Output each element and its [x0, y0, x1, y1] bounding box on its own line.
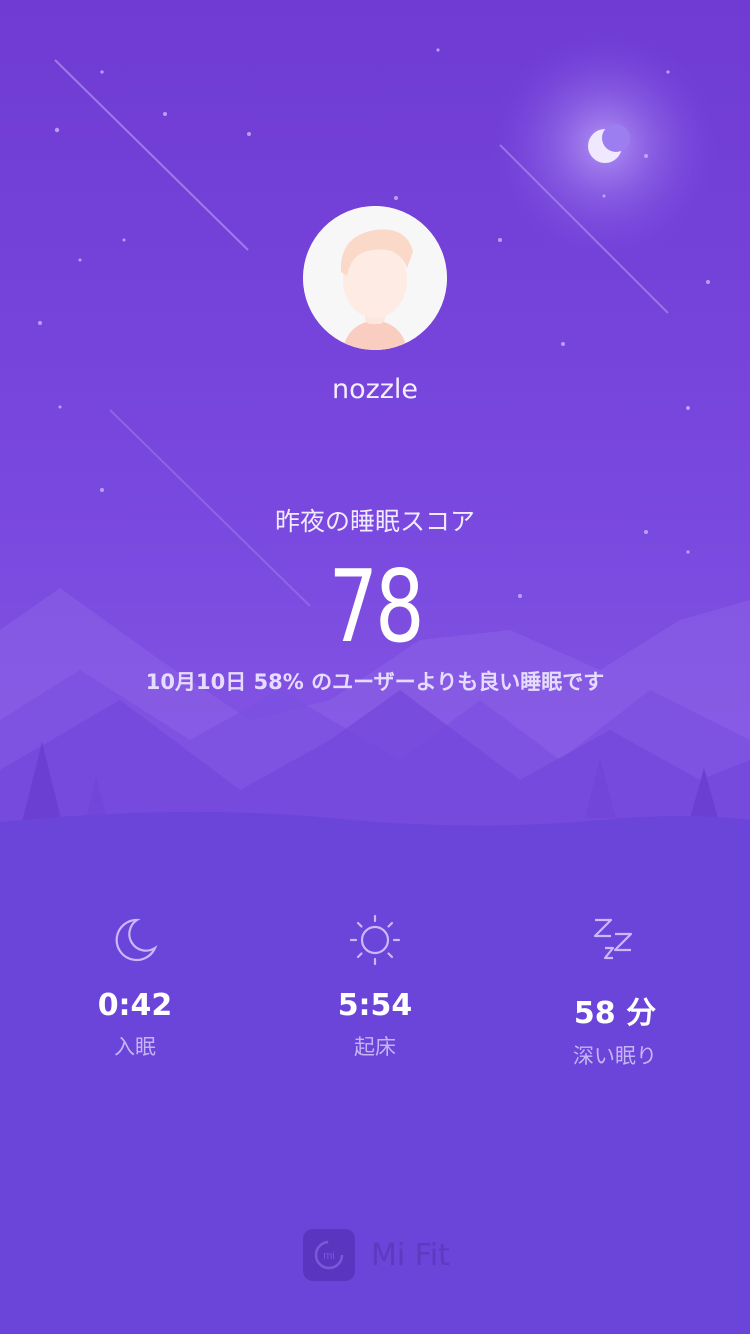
app-branding: mi Mi Fit — [303, 1229, 450, 1281]
stat-woke-up: 5:54 起床 — [250, 912, 500, 1061]
stat-value: 5:54 — [337, 988, 413, 1023]
stat-fell-asleep: 0:42 入眠 — [10, 912, 260, 1061]
moon-icon — [115, 918, 158, 962]
username: nozzle — [331, 374, 419, 405]
sleep-comparison-text: 10月10日 58% のユーザーよりも良い睡眠です — [145, 670, 605, 694]
stat-value: 58 分 — [573, 996, 657, 1031]
app-name: Mi Fit — [371, 1237, 450, 1273]
zzz-icon — [593, 918, 633, 960]
sleep-score: 78 — [328, 548, 424, 665]
sun-icon — [349, 914, 401, 966]
stat-label: 深い眠り — [573, 1044, 657, 1068]
stat-label: 入眠 — [114, 1035, 156, 1059]
mi-fit-logo-icon: mi — [303, 1229, 355, 1281]
stat-label: 起床 — [354, 1035, 396, 1059]
default-avatar-icon — [303, 206, 447, 350]
stat-value: 0:42 — [97, 988, 173, 1023]
sleep-score-label: 昨夜の睡眠スコア — [274, 507, 475, 536]
svg-text:mi: mi — [323, 1250, 335, 1262]
stat-deep-sleep: 58 分 深い眠り — [490, 912, 740, 1070]
user-avatar[interactable] — [303, 206, 447, 350]
